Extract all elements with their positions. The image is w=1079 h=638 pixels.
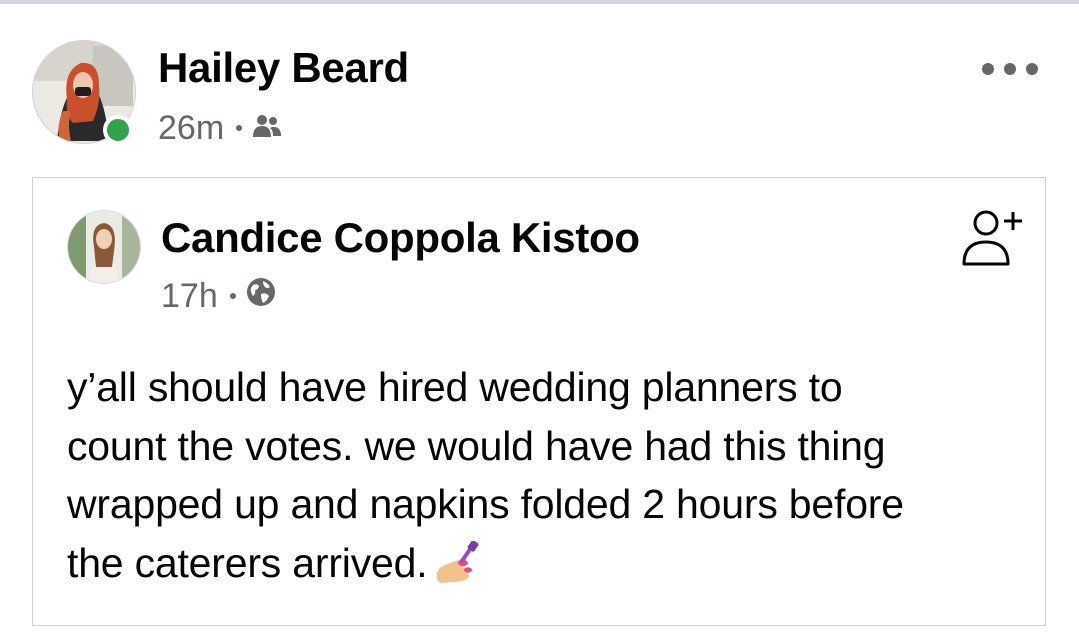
post-text-line: wrapped up and napkins folded 2 hours be… [67, 481, 904, 527]
shared-post-author-name[interactable]: Candice Coppola Kistoo [161, 214, 640, 262]
more-dots-icon [1026, 63, 1038, 75]
shared-post-meta: 17h [161, 276, 276, 316]
post-header: Hailey Beard 26m [0, 4, 1079, 164]
add-friend-icon [962, 210, 1022, 266]
post-timestamp[interactable]: 26m [158, 109, 224, 148]
friends-icon[interactable] [252, 109, 282, 148]
shared-post-card[interactable]: Candice Coppola Kistoo 17h y’all should … [32, 177, 1046, 626]
shared-author-avatar-image [68, 211, 140, 283]
post-text-line: y’all should have hired wedding planners… [67, 364, 843, 410]
more-dots-icon [1004, 63, 1016, 75]
post-author-name[interactable]: Hailey Beard [158, 44, 409, 92]
shared-author-avatar[interactable] [67, 210, 141, 284]
globe-icon[interactable] [246, 277, 276, 316]
meta-separator-dot [229, 293, 236, 299]
online-status-indicator [103, 115, 133, 145]
post-meta: 26m [158, 108, 282, 148]
more-options-button[interactable] [982, 54, 1038, 84]
add-friend-button[interactable] [958, 206, 1028, 268]
post-text-line: the caterers arrived. [67, 539, 428, 586]
more-dots-icon [982, 63, 994, 75]
meta-separator-dot [236, 125, 243, 131]
post-text-line: count the votes. we would have had this … [67, 422, 886, 469]
nail-polish-emoji [433, 539, 479, 601]
shared-post-text: y’all should have hired wedding planners… [67, 358, 1027, 600]
shared-post-timestamp[interactable]: 17h [161, 277, 218, 316]
post-text-line-last: the caterers arrived. [67, 534, 1027, 601]
